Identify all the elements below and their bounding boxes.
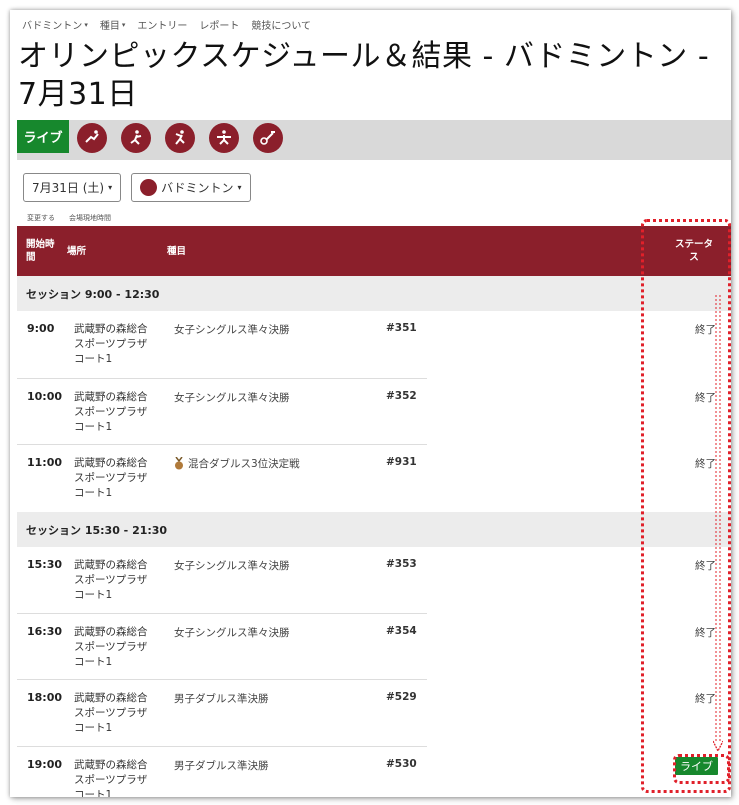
row-event[interactable]: 女子シングルス準々決勝 <box>174 322 290 337</box>
gymnastics-sport-icon[interactable] <box>209 123 239 153</box>
row-number: #352 <box>386 390 417 402</box>
session-header: セッション 9:00 - 12:30 <box>17 276 731 311</box>
nav-label: エントリー <box>137 21 188 32</box>
chevron-down-icon: ▾ <box>237 183 242 192</box>
table-row[interactable]: 10:00 武蔵野の森総合スポーツプラザコート1 女子シングルス準々決勝 #35… <box>17 379 731 445</box>
chevron-down-icon: ▾ <box>108 183 113 192</box>
row-number: #353 <box>386 558 417 570</box>
page-title: オリンピックスケジュール＆結果 - バドミントン - 7月31日 <box>18 39 710 112</box>
row-time: 19:00 <box>27 758 63 771</box>
filters: 7月31日 (土) ▾ バドミントン ▾ <box>23 173 251 202</box>
sport-icons <box>77 123 283 153</box>
row-venue: 武蔵野の森総合スポーツプラザコート1 <box>74 626 148 668</box>
header-status: ステータス <box>674 239 713 263</box>
row-venue: 武蔵野の森総合スポーツプラザコート1 <box>74 457 148 499</box>
climbing-sport-icon[interactable] <box>165 123 195 153</box>
sport-dropdown-label: バドミントン <box>161 181 234 195</box>
bronze-medal-icon <box>175 457 183 470</box>
table-row[interactable]: 9:00 武蔵野の森総合スポーツプラザコート1 女子シングルス準々決勝 #351… <box>17 311 731 379</box>
local-time-link[interactable]: 会場現地時間 <box>69 213 111 223</box>
row-time: 18:00 <box>27 691 63 704</box>
top-navigation: バドミントン ▾ 種目 ▾ エントリー レポート 競技について <box>22 17 311 33</box>
row-time: 10:00 <box>27 390 63 403</box>
header-venue: 場所 <box>67 245 87 257</box>
row-event[interactable]: 男子ダブルス準決勝 <box>174 758 269 773</box>
row-number: #530 <box>386 758 417 770</box>
nav-label: 種目 <box>99 21 120 32</box>
row-number: #354 <box>386 625 417 637</box>
nav-label: バドミントン <box>22 21 83 32</box>
row-venue: 武蔵野の森総合スポーツプラザコート1 <box>74 323 148 365</box>
nav-reports[interactable]: レポート <box>199 17 239 32</box>
nav-events[interactable]: 種目 ▾ <box>99 17 126 33</box>
row-time: 9:00 <box>27 322 55 335</box>
subtabs: 変更する 会場現地時間 <box>27 213 111 223</box>
row-event[interactable]: 混合ダブルス3位決定戦 <box>174 456 300 471</box>
nav-label: 競技について <box>251 21 312 32</box>
row-event[interactable]: 女子シングルス準々決勝 <box>174 625 290 640</box>
table-row[interactable]: 18:00 武蔵野の森総合スポーツプラザコート1 男子ダブルス準決勝 #529 … <box>17 680 731 747</box>
sport-dropdown[interactable]: バドミントン ▾ <box>131 173 251 202</box>
row-venue: 武蔵野の森総合スポーツプラザコート1 <box>74 759 148 797</box>
table-row[interactable]: 11:00 武蔵野の森総合スポーツプラザコート1 混合ダブルス3位決定戦 #93… <box>17 445 731 512</box>
row-event[interactable]: 女子シングルス準々決勝 <box>174 390 290 405</box>
nav-about[interactable]: 競技について <box>251 17 311 32</box>
header-time: 開始時間 <box>26 239 55 263</box>
row-event[interactable]: 女子シングルス準々決勝 <box>174 558 290 573</box>
row-number: #931 <box>386 456 417 468</box>
header-event: 種目 <box>167 245 187 257</box>
row-venue: 武蔵野の森総合スポーツプラザコート1 <box>74 692 148 734</box>
down-arrow-icon <box>713 295 723 753</box>
live-status-badge[interactable]: ライブ <box>675 757 718 775</box>
row-time: 15:30 <box>27 558 63 571</box>
page-frame: バドミントン ▾ 種目 ▾ エントリー レポート 競技について オリンピックスケジュ… <box>10 10 731 797</box>
table-row[interactable]: 15:30 武蔵野の森総合スポーツプラザコート1 女子シングルス準々決勝 #35… <box>17 547 731 614</box>
row-time: 16:30 <box>27 625 63 638</box>
row-venue: 武蔵野の森総合スポーツプラザコート1 <box>74 559 148 601</box>
row-event-label: 混合ダブルス3位決定戦 <box>188 458 300 470</box>
date-dropdown[interactable]: 7月31日 (土) ▾ <box>23 173 122 202</box>
row-time: 11:00 <box>27 456 63 469</box>
date-dropdown-label: 7月31日 (土) <box>32 181 105 195</box>
nav-badminton[interactable]: バドミントン ▾ <box>22 17 88 33</box>
table-row[interactable]: 19:00 武蔵野の森総合スポーツプラザコート1 男子ダブルス準決勝 #530 … <box>17 747 731 797</box>
nav-entries[interactable]: エントリー <box>137 17 187 32</box>
running-sport-icon[interactable] <box>77 123 107 153</box>
handball-sport-icon[interactable] <box>121 123 151 153</box>
live-tab[interactable]: ライブ <box>17 120 69 153</box>
row-venue: 武蔵野の森総合スポーツプラザコート1 <box>74 391 148 433</box>
change-link[interactable]: 変更する <box>27 213 55 223</box>
sport-bar: ライブ <box>17 120 731 160</box>
row-event[interactable]: 男子ダブルス準決勝 <box>174 691 269 706</box>
table-header: 開始時間 場所 種目 ステータス <box>17 226 731 276</box>
badminton-icon <box>140 179 158 196</box>
chevron-down-icon: ▾ <box>121 20 126 29</box>
chevron-down-icon: ▾ <box>84 20 88 29</box>
row-number: #529 <box>386 691 417 703</box>
session-header: セッション 15:30 - 21:30 <box>17 512 731 547</box>
table-row[interactable]: 16:30 武蔵野の森総合スポーツプラザコート1 女子シングルス準々決勝 #35… <box>17 614 731 680</box>
nav-label: レポート <box>199 21 240 32</box>
cycling-sport-icon[interactable] <box>253 123 283 153</box>
row-number: #351 <box>386 322 417 334</box>
